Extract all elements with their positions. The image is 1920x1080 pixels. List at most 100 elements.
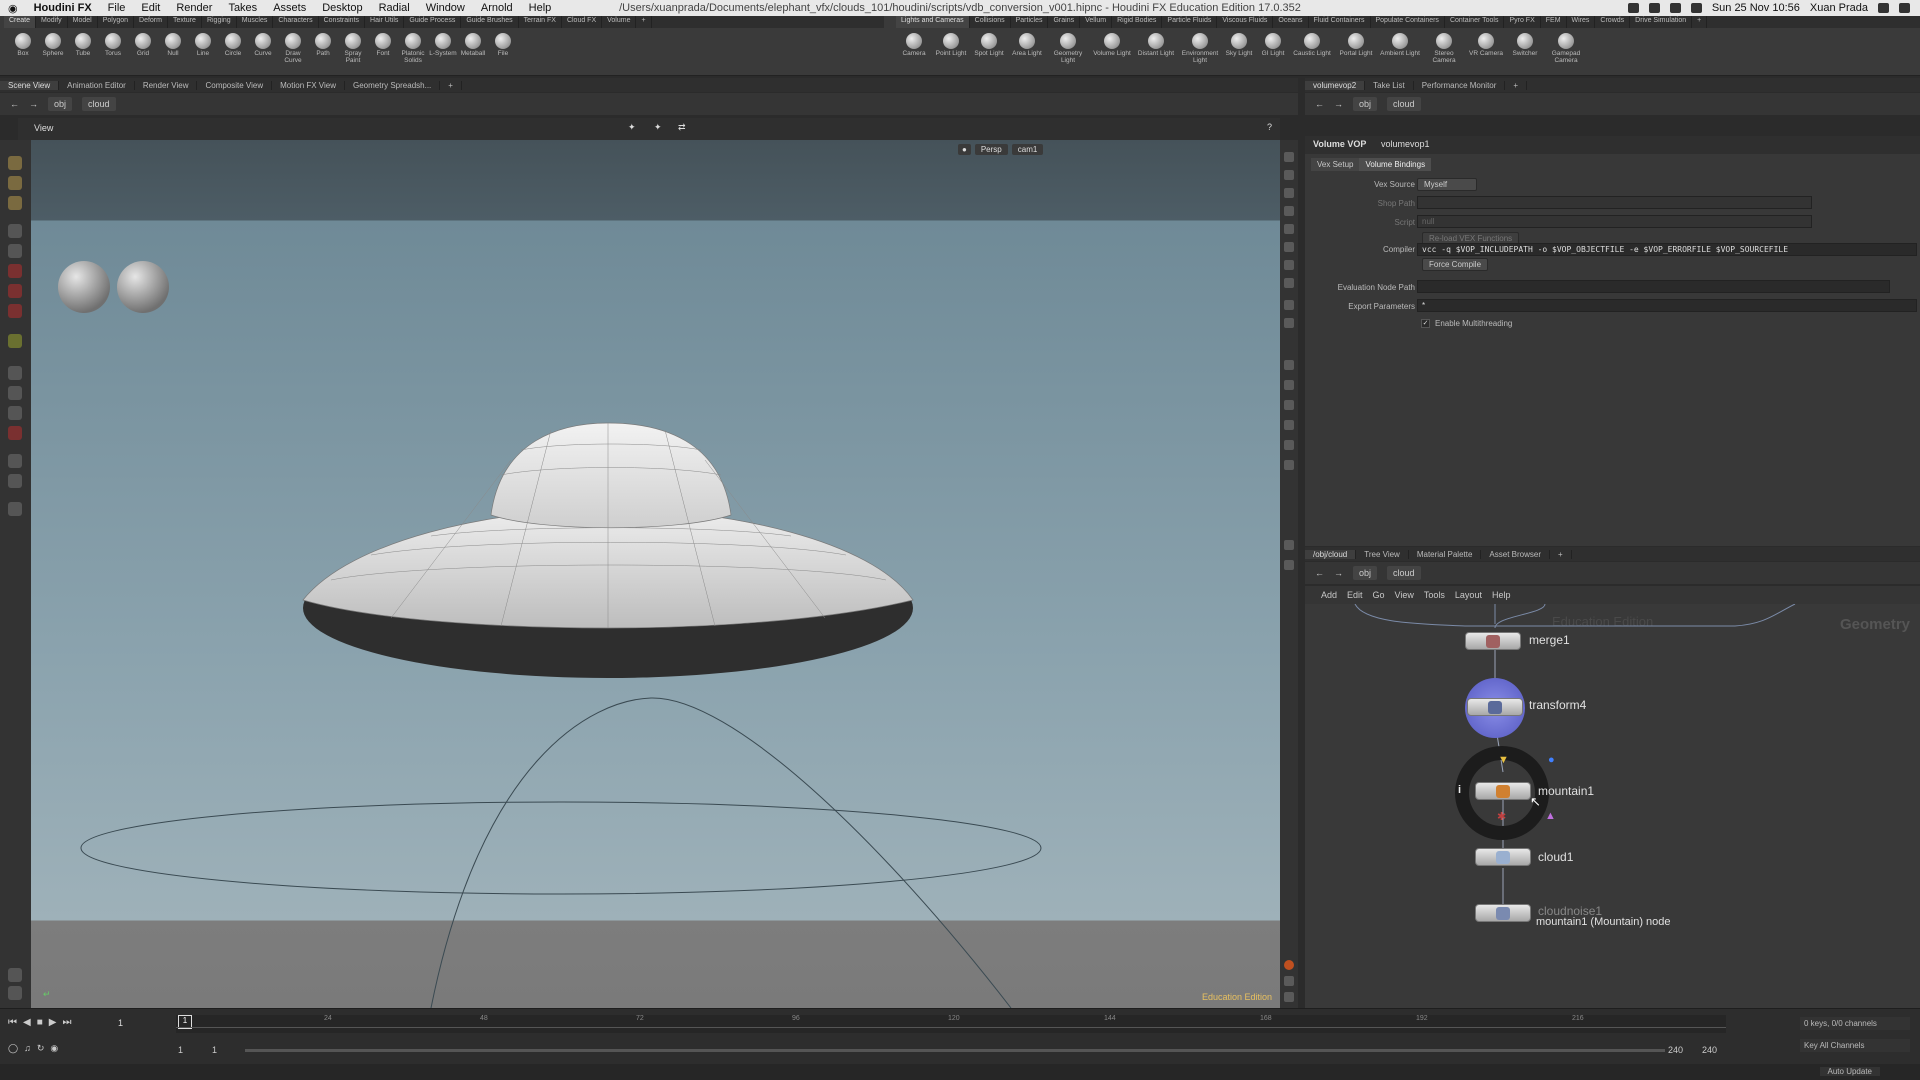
shelf-tab[interactable]: Wires [1567, 16, 1596, 28]
battery-icon[interactable] [1690, 3, 1702, 13]
current-frame-field[interactable]: 1 [118, 1018, 123, 1028]
tab-scene-view[interactable]: Scene View [0, 80, 60, 90]
tool-circle[interactable]: Circle [218, 30, 248, 76]
jump-start-icon[interactable]: ⏮ [8, 1017, 17, 1028]
tool-camera[interactable]: Camera [896, 30, 932, 76]
shading-icon[interactable] [1284, 206, 1294, 216]
tool-platonic[interactable]: Platonic Solids [398, 30, 428, 76]
key-icon[interactable] [1284, 260, 1294, 270]
back-arrow-icon[interactable]: ← [1315, 99, 1324, 109]
key-channels-dropdown[interactable]: Key All Channels [1800, 1039, 1910, 1052]
shelf-tab[interactable]: Cloud FX [562, 16, 603, 28]
visibility-icon[interactable] [1284, 188, 1294, 198]
force-compile-button[interactable]: Force Compile [1422, 258, 1489, 271]
dropbox-icon[interactable] [1627, 3, 1639, 13]
tool-gamepad-camera[interactable]: Gamepad Camera [1544, 30, 1588, 76]
path-obj[interactable]: obj [1353, 566, 1378, 580]
tool-tube[interactable]: Tube [68, 30, 98, 76]
shelf-tab[interactable]: Collisions [970, 16, 1011, 28]
node-name-field[interactable]: volumevop1 [1381, 139, 1430, 149]
shelf-tab[interactable]: Rigging [202, 16, 237, 28]
tool-box[interactable]: Box [8, 30, 38, 76]
menu-window[interactable]: Window [418, 2, 473, 14]
menu-takes[interactable]: Takes [220, 2, 265, 14]
tool-point-light[interactable]: Point Light [932, 30, 970, 76]
menu-file[interactable]: File [100, 2, 134, 14]
tab-composite-view[interactable]: Composite View [197, 80, 273, 90]
prim-display-icon[interactable] [1284, 460, 1294, 470]
start-frame-field[interactable]: 1 [178, 1045, 183, 1055]
shelf-tab[interactable]: Pyro FX [1504, 16, 1541, 28]
shelf-tab[interactable]: Crowds [1595, 16, 1631, 28]
render-flag-icon[interactable]: ▲ [1545, 810, 1556, 822]
shelf-tab[interactable]: Particle Fluids [1162, 16, 1218, 28]
shelf-tab[interactable]: Vellum [1080, 16, 1113, 28]
auto-update-dropdown[interactable]: Auto Update [1819, 1067, 1880, 1076]
tool-spray-paint[interactable]: Spray Paint [338, 30, 368, 76]
shelf-tab[interactable]: Drive Simulation [1630, 16, 1693, 28]
shelf-tab[interactable]: Polygon [98, 16, 135, 28]
node-cloudnoise1[interactable] [1475, 904, 1531, 922]
view-tool-icon[interactable]: ✦ [654, 122, 662, 133]
shelf-tab[interactable]: Container Tools [1445, 16, 1505, 28]
menu-layout[interactable]: Layout [1455, 590, 1482, 600]
background-icon[interactable] [1284, 224, 1294, 234]
play-reverse-icon[interactable]: ◀ [23, 1017, 31, 1028]
camera-view-icon[interactable] [1284, 560, 1294, 570]
shelf-tab[interactable]: Guide Process [404, 16, 462, 28]
pointer-icon[interactable] [8, 224, 22, 238]
shelf-tab[interactable]: Texture [168, 16, 202, 28]
tab-volumevop2[interactable]: volumevop2 [1305, 80, 1366, 90]
play-icon[interactable]: ▶ [49, 1017, 57, 1028]
tool-caustic-light[interactable]: Caustic Light [1290, 30, 1334, 76]
clock[interactable]: Sun 25 Nov 10:56 [1712, 2, 1800, 14]
shelf-tab[interactable]: FEM [1541, 16, 1567, 28]
shelf-tab[interactable]: Rigid Bodies [1112, 16, 1163, 28]
jump-end-icon[interactable]: ⏭ [62, 1017, 71, 1028]
shelf-tab[interactable]: Particles [1011, 16, 1049, 28]
normal-display-icon[interactable] [1284, 380, 1294, 390]
bypass-icon[interactable]: ▼ [1498, 754, 1509, 766]
menu-view[interactable]: View [1395, 590, 1414, 600]
tool-curve[interactable]: Curve [248, 30, 278, 76]
loop-icon[interactable]: ↻ [37, 1043, 45, 1054]
tool-area-light[interactable]: Area Light [1008, 30, 1046, 76]
menu-add[interactable]: Add [1321, 590, 1337, 600]
path-cloud[interactable]: cloud [1387, 566, 1421, 580]
menu-tools[interactable]: Tools [1424, 590, 1445, 600]
menu-help[interactable]: Help [521, 2, 560, 14]
template-icon[interactable] [1284, 318, 1294, 328]
range-end-field[interactable]: 240 [1668, 1045, 1683, 1055]
tool-font[interactable]: Font [368, 30, 398, 76]
vex-source-dropdown[interactable]: Myself [1417, 178, 1477, 191]
grid-snap-icon[interactable] [8, 366, 22, 380]
node-cloud1[interactable] [1475, 848, 1531, 866]
tab-performance-monitor[interactable]: Performance Monitor [1414, 80, 1506, 90]
tab-volume-bindings[interactable]: Volume Bindings [1359, 158, 1432, 171]
tab-asset-browser[interactable]: Asset Browser [1481, 549, 1550, 559]
translate-icon[interactable] [8, 264, 22, 278]
shelf-tab[interactable]: Muscles [237, 16, 274, 28]
tool-file[interactable]: File [488, 30, 518, 76]
warning-icon[interactable] [1284, 960, 1294, 970]
app-menu[interactable]: Houdini FX [26, 2, 100, 14]
menu-render[interactable]: Render [168, 2, 220, 14]
shelf-tab[interactable]: Create [4, 16, 37, 28]
shelf-tab[interactable]: Oceans [1273, 16, 1309, 28]
timeline-ruler[interactable]: 1 24 48 72 96 120 144 168 192 216 [176, 1015, 1726, 1033]
shelf-tab[interactable]: Grains [1048, 16, 1081, 28]
add-tab-button[interactable]: + [1550, 549, 1572, 559]
compiler-field[interactable]: vcc -q $VOP_INCLUDEPATH -o $VOP_OBJECTFI… [1417, 243, 1917, 256]
menu-radial[interactable]: Radial [371, 2, 418, 14]
add-tab-button[interactable]: + [440, 80, 462, 90]
shelf-tab[interactable]: Terrain FX [519, 16, 562, 28]
tab-material-palette[interactable]: Material Palette [1409, 549, 1482, 559]
tool-draw-curve[interactable]: Draw Curve [278, 30, 308, 76]
view-tool-icon[interactable]: ⇄ [678, 122, 686, 133]
view-tool-icon[interactable]: ✦ [628, 122, 636, 133]
tool-ambient-light[interactable]: Ambient Light [1378, 30, 1422, 76]
snapshot-icon[interactable] [1284, 278, 1294, 288]
tool-sky-light[interactable]: Sky Light [1222, 30, 1256, 76]
back-arrow-icon[interactable]: ← [1315, 568, 1324, 578]
tab-obj-cloud[interactable]: /obj/cloud [1305, 549, 1357, 559]
